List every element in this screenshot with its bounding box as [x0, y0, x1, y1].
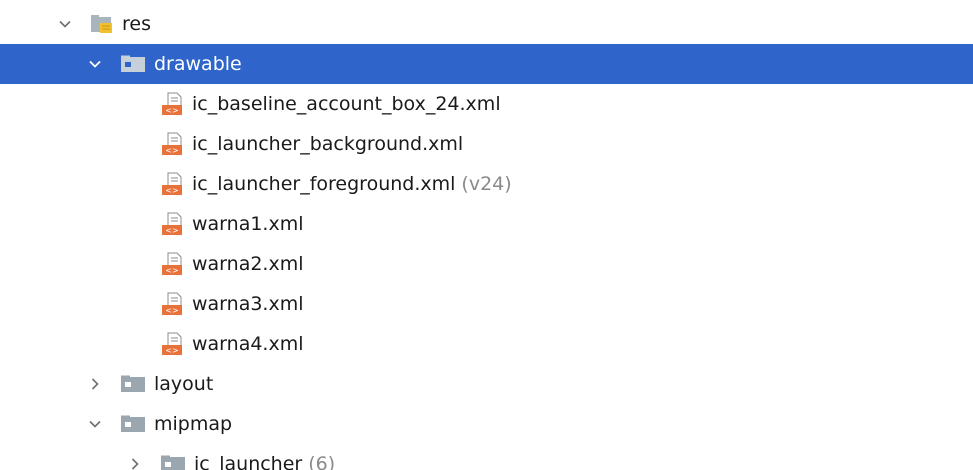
- xml-file-icon: <>: [160, 132, 184, 156]
- tree-node-file[interactable]: <> ic_launcher_background.xml: [0, 124, 973, 164]
- chevron-right-icon[interactable]: [128, 457, 142, 470]
- folder-icon: [120, 375, 146, 393]
- chevron-down-icon[interactable]: [58, 17, 72, 31]
- file-name: ic_launcher_background.xml: [192, 132, 464, 155]
- tree-node-label: layout: [154, 372, 214, 395]
- xml-file-icon: <>: [160, 292, 184, 316]
- file-name: ic_launcher_foreground.xml: [192, 172, 456, 195]
- file-name: warna4.xml: [192, 332, 304, 355]
- tree-node-file[interactable]: <> warna2.xml: [0, 244, 973, 284]
- tree-node-mipmap[interactable]: mipmap: [0, 404, 973, 444]
- chevron-right-icon[interactable]: [88, 377, 102, 391]
- tree-node-file[interactable]: <> ic_launcher_foreground.xml (v24): [0, 164, 973, 204]
- folder-icon: [120, 55, 146, 73]
- chevron-down-icon[interactable]: [88, 417, 102, 431]
- svg-text:<>: <>: [165, 106, 178, 115]
- tree-node-label: ic_launcher: [194, 452, 303, 470]
- svg-text:<>: <>: [165, 146, 178, 155]
- svg-text:<>: <>: [165, 186, 178, 195]
- folder-icon: [160, 455, 186, 470]
- resources-folder-icon: [90, 14, 114, 34]
- svg-text:<>: <>: [165, 306, 178, 315]
- tree-node-label: res: [122, 12, 151, 35]
- chevron-down-icon[interactable]: [88, 57, 102, 71]
- file-name: warna2.xml: [192, 252, 304, 275]
- project-tree: res drawable <> ic_baseline_account_box_…: [0, 0, 973, 470]
- tree-node-file[interactable]: <> warna1.xml: [0, 204, 973, 244]
- tree-node-drawable[interactable]: drawable: [0, 44, 973, 84]
- svg-text:<>: <>: [165, 346, 178, 355]
- file-name: ic_baseline_account_box_24.xml: [192, 92, 501, 115]
- xml-file-icon: <>: [160, 332, 184, 356]
- tree-node-file[interactable]: <> ic_baseline_account_box_24.xml: [0, 84, 973, 124]
- file-name: warna1.xml: [192, 212, 304, 235]
- tree-node-label: drawable: [154, 52, 242, 75]
- node-count: (6): [308, 452, 336, 470]
- xml-file-icon: <>: [160, 212, 184, 236]
- file-name: warna3.xml: [192, 292, 304, 315]
- file-qualifier: (v24): [461, 172, 512, 195]
- svg-text:<>: <>: [165, 226, 178, 235]
- xml-file-icon: <>: [160, 252, 184, 276]
- tree-node-ic-launcher[interactable]: ic_launcher (6): [0, 444, 973, 470]
- tree-node-res[interactable]: res: [0, 4, 973, 44]
- tree-node-label: mipmap: [154, 412, 233, 435]
- tree-node-file[interactable]: <> warna4.xml: [0, 324, 973, 364]
- folder-icon: [120, 415, 146, 433]
- tree-node-file[interactable]: <> warna3.xml: [0, 284, 973, 324]
- tree-node-layout[interactable]: layout: [0, 364, 973, 404]
- xml-file-icon: <>: [160, 172, 184, 196]
- svg-text:<>: <>: [165, 266, 178, 275]
- xml-file-icon: <>: [160, 92, 184, 116]
